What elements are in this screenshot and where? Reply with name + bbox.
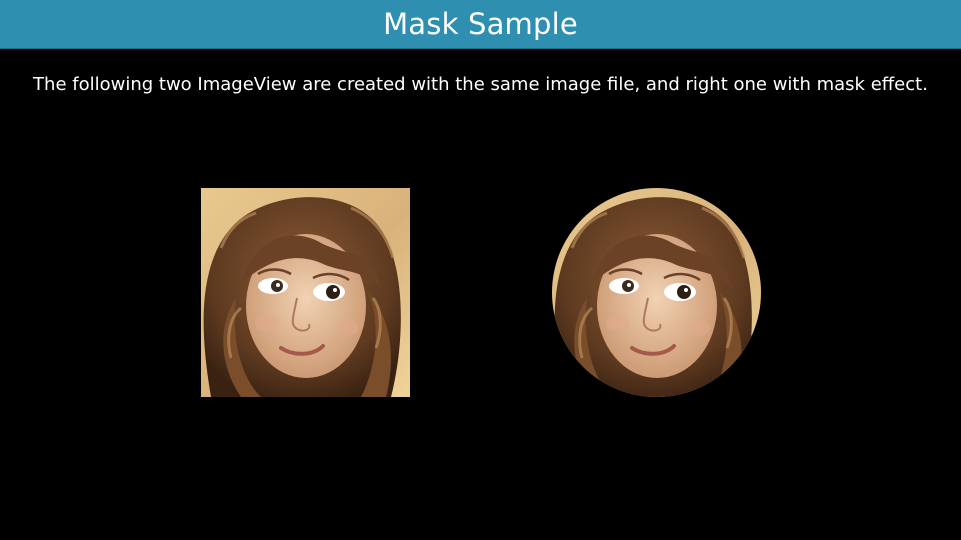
- portrait-image: [201, 188, 410, 397]
- image-view-normal: [201, 188, 410, 397]
- image-view-masked: [552, 188, 761, 397]
- portrait-image-masked: [552, 188, 761, 397]
- app-screen: Mask Sample The following two ImageView …: [0, 0, 961, 540]
- page-title: Mask Sample: [383, 7, 578, 41]
- description-text: The following two ImageView are created …: [33, 74, 928, 95]
- title-bar: Mask Sample: [0, 0, 961, 49]
